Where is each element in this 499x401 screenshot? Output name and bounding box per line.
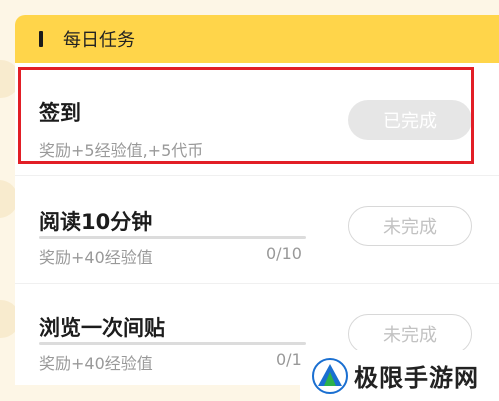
- task-title: 签到: [39, 101, 81, 125]
- task-title: 阅读10分钟: [39, 210, 153, 234]
- incomplete-button[interactable]: 未完成: [348, 206, 472, 246]
- header-title: 每日任务: [63, 30, 135, 51]
- task-progress: 0/1: [276, 350, 302, 369]
- completed-button[interactable]: 已完成: [348, 100, 472, 140]
- task-checkin: 签到 奖励+5经验值,+5代币 已完成: [15, 63, 499, 175]
- daily-tasks-card: 每日任务 签到 奖励+5经验值,+5代币 已完成 阅读10分钟 奖励+40经验值…: [15, 15, 499, 385]
- watermark: 极限手游网: [300, 350, 499, 401]
- task-reward: 奖励+40经验值: [39, 354, 153, 373]
- watermark-logo-icon: [312, 357, 348, 394]
- task-title: 浏览一次间贴: [39, 316, 165, 340]
- task-read: 阅读10分钟 奖励+40经验值 0/10 未完成: [15, 176, 499, 282]
- task-reward: 奖励+40经验值: [39, 248, 153, 267]
- task-reward: 奖励+5经验值,+5代币: [39, 141, 204, 160]
- card-header: 每日任务: [15, 15, 499, 63]
- header-accent-bar: [39, 31, 43, 47]
- task-progress: 0/10: [266, 244, 302, 263]
- progress-track: [39, 236, 306, 239]
- incomplete-button[interactable]: 未完成: [348, 314, 472, 354]
- watermark-text: 极限手游网: [354, 363, 479, 392]
- progress-track: [39, 342, 306, 345]
